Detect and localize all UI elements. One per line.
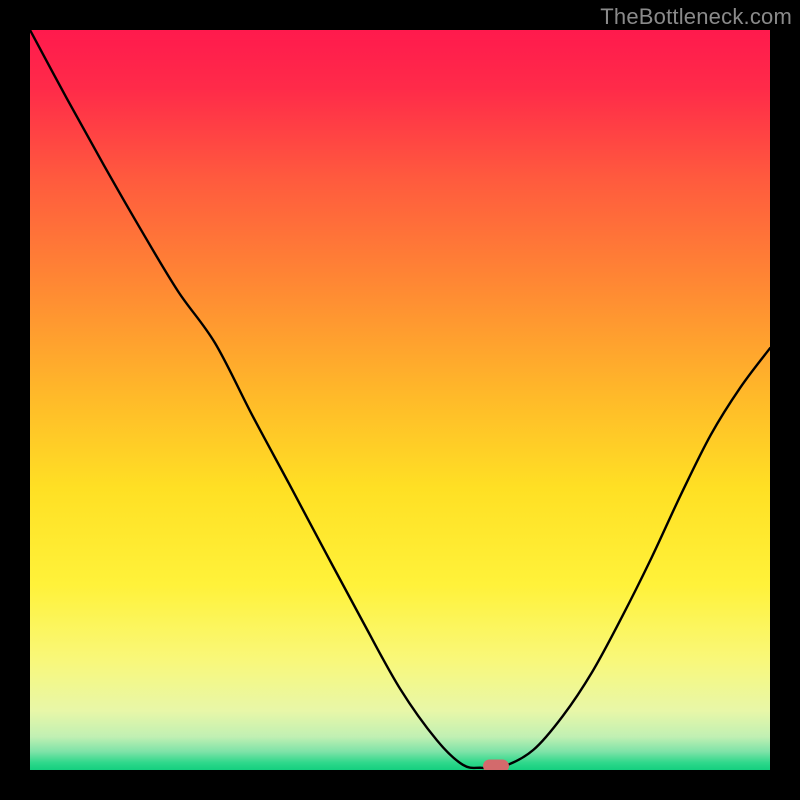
bottleneck-curve xyxy=(30,30,770,770)
optimum-marker xyxy=(483,759,509,770)
plot-area xyxy=(30,30,770,770)
chart-frame: TheBottleneck.com xyxy=(0,0,800,800)
watermark-text: TheBottleneck.com xyxy=(600,4,792,30)
